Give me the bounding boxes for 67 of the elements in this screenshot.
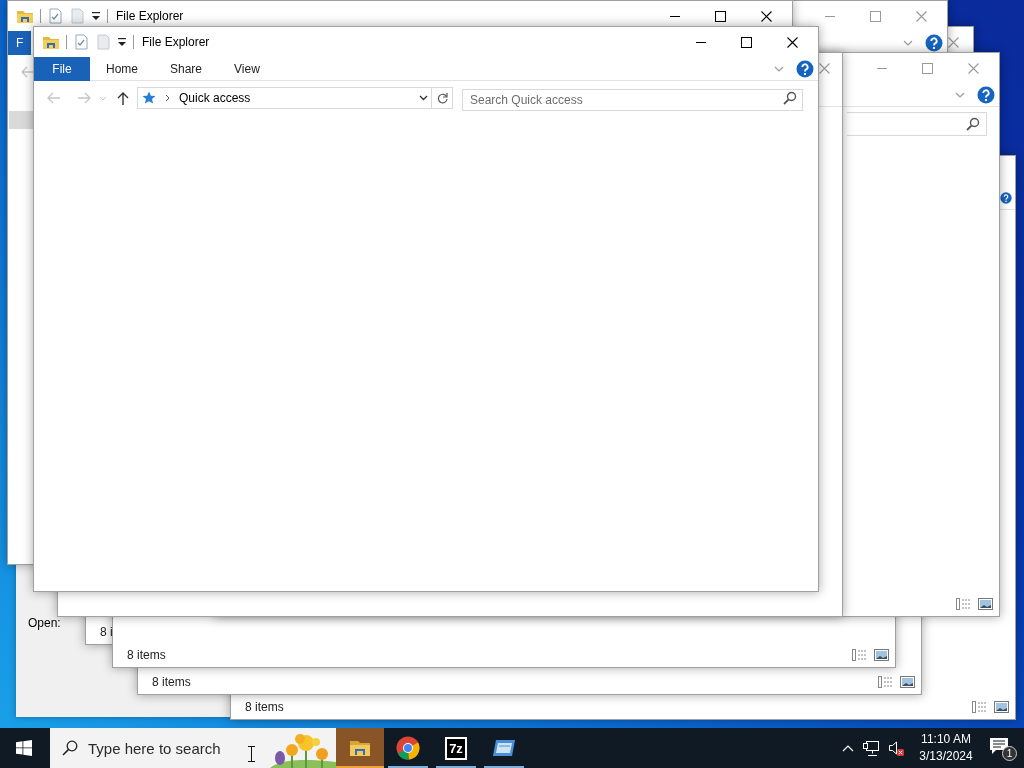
maximize-icon[interactable]	[741, 36, 752, 48]
text-cursor-icon	[248, 746, 255, 762]
window-title: File Explorer	[142, 34, 210, 51]
folder-icon[interactable]	[42, 34, 60, 50]
details-view-icon[interactable]	[852, 649, 868, 661]
close-icon[interactable]	[761, 10, 772, 22]
properties-icon[interactable]	[47, 8, 63, 24]
help-icon[interactable]	[796, 59, 814, 78]
refresh-button[interactable]	[432, 87, 453, 109]
details-view-icon[interactable]	[972, 701, 988, 713]
large-icons-view-icon[interactable]	[874, 649, 889, 661]
notification-count: 1	[1002, 746, 1017, 761]
dropdown-icon[interactable]	[91, 10, 101, 22]
window-title: File Explorer	[116, 8, 184, 25]
help-icon[interactable]	[977, 85, 995, 104]
address-bar[interactable]: Quick access	[137, 87, 432, 109]
chevron-down-icon[interactable]	[774, 65, 784, 72]
large-icons-view-icon[interactable]	[978, 598, 993, 610]
search-icon	[62, 740, 78, 756]
search-field[interactable]: Type here to search	[50, 728, 336, 768]
dropdown-chevron-icon[interactable]	[419, 95, 428, 101]
address-text: Quick access	[179, 90, 252, 107]
chevron-down-icon[interactable]	[903, 39, 913, 46]
chevron-up-icon[interactable]	[842, 744, 854, 752]
large-icons-view-icon[interactable]	[900, 676, 915, 688]
back-arrow-icon[interactable]	[21, 66, 35, 78]
status-text: 8 items	[127, 647, 166, 664]
start-icon[interactable]	[16, 740, 32, 756]
search-field[interactable]	[847, 112, 987, 136]
status-text: 8 i	[100, 624, 113, 641]
status-text: 8 items	[152, 674, 191, 691]
maximize-icon[interactable]	[715, 10, 726, 22]
archive-app-icon: 7z	[445, 736, 467, 760]
taskbar-app-button[interactable]: 7z	[432, 728, 480, 768]
help-icon[interactable]	[1000, 191, 1012, 204]
properties-icon[interactable]	[73, 34, 89, 50]
help-icon[interactable]	[925, 33, 943, 52]
refresh-icon[interactable]	[436, 92, 448, 104]
folder-icon	[349, 739, 371, 757]
notifications-icon[interactable]	[990, 738, 1008, 754]
browser-icon	[396, 736, 420, 760]
clock-time[interactable]: 11:10 AM	[921, 731, 971, 748]
ribbon-tab[interactable]: Share	[154, 56, 219, 81]
search-icon[interactable]	[783, 91, 797, 105]
status-text: 8 items	[245, 699, 284, 716]
folder-icon[interactable]	[16, 8, 34, 24]
network-icon[interactable]	[863, 740, 879, 756]
search-icon[interactable]	[966, 117, 980, 131]
muted-speaker-icon[interactable]	[888, 740, 904, 756]
clock-date[interactable]: 3/13/2024	[919, 748, 973, 765]
details-view-icon[interactable]	[956, 598, 972, 610]
ribbon-tab[interactable]: View	[218, 56, 276, 81]
ribbon-tab[interactable]: Home	[90, 56, 154, 81]
selected-item-highlight	[9, 111, 33, 129]
chevron-down-icon[interactable]	[955, 91, 965, 98]
ribbon-tab[interactable]: F	[8, 30, 32, 55]
open-label: Open:	[28, 615, 61, 632]
app-window-icon	[492, 739, 516, 757]
close-icon[interactable]	[787, 36, 798, 48]
large-icons-view-icon[interactable]	[994, 701, 1009, 713]
ribbon-tab[interactable]: File	[34, 56, 90, 81]
dropdown-icon[interactable]	[117, 36, 127, 48]
details-view-icon[interactable]	[878, 676, 894, 688]
up-arrow-icon[interactable]	[117, 91, 129, 105]
search-field[interactable]: Search Quick access	[462, 89, 803, 111]
star-icon	[142, 91, 156, 105]
breadcrumb-chevron-icon	[165, 94, 170, 102]
